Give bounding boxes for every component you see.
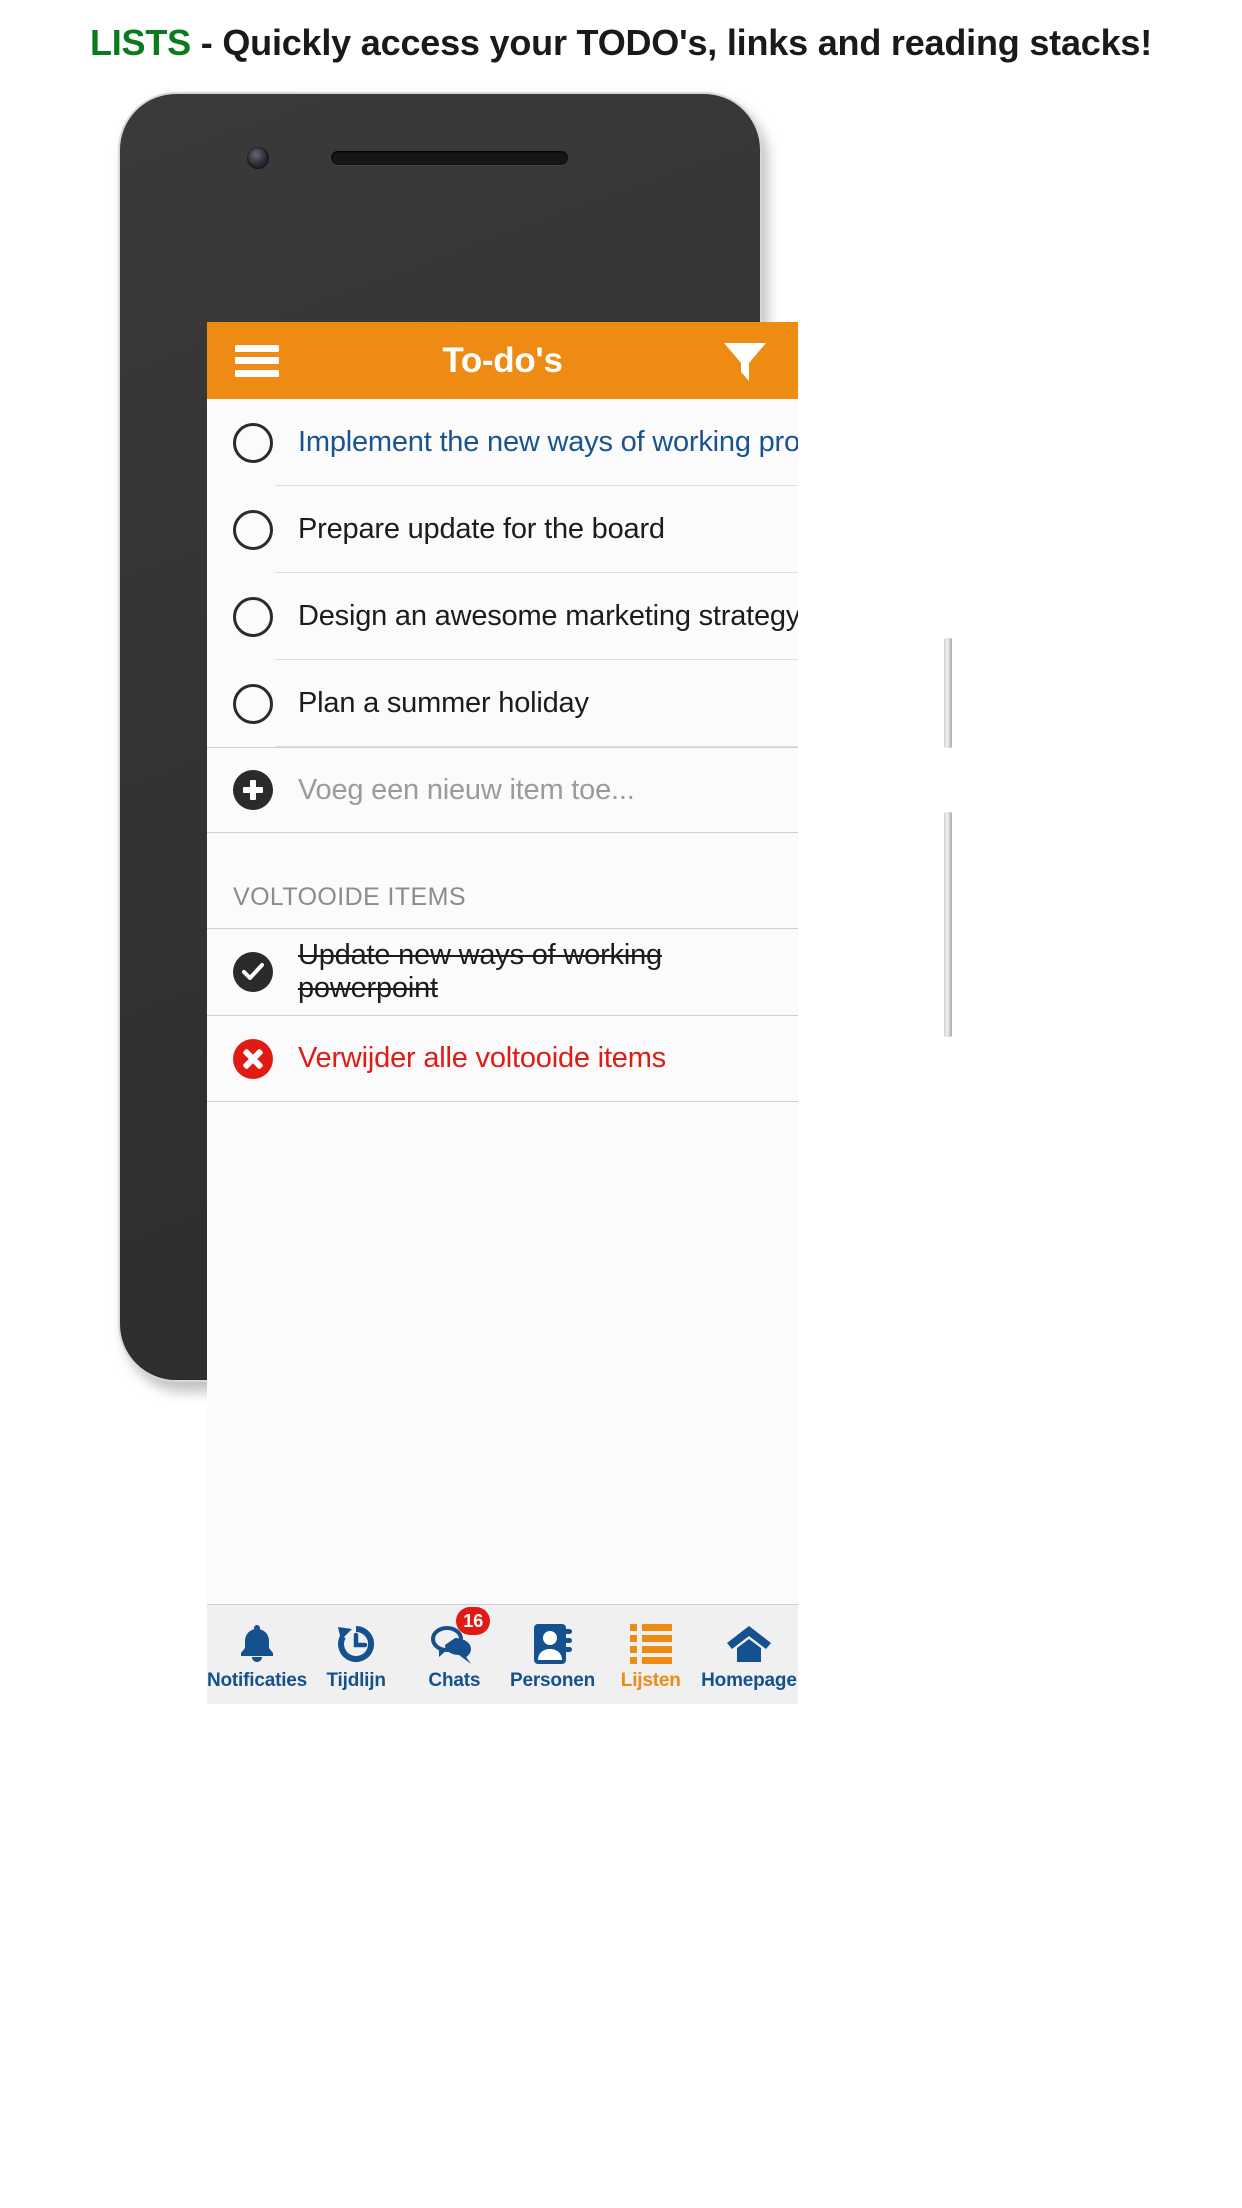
delete-completed-row[interactable]: Verwijder alle voltooide items [207,1016,798,1102]
caption-highlight: LISTS [89,22,191,63]
x-circle-icon[interactable] [233,1038,273,1079]
completed-item-row[interactable]: Update new ways of working powerpoint [207,929,798,1016]
plus-circle-icon[interactable] [233,770,273,810]
nav-item-chats[interactable]: 16 Chats [405,1605,503,1704]
nav-label: Lijsten [620,1670,681,1691]
front-camera-icon [247,147,269,169]
completed-section-label: VOLTOOIDE ITEMS [233,883,466,911]
add-item-input[interactable]: Voeg een nieuw item toe... [298,774,635,807]
bottom-navigation: Notificaties Tijdlijn 16 Chats Personen … [207,1604,798,1704]
nav-label: Chats [428,1670,481,1691]
nav-label: Notificaties [207,1670,308,1691]
nav-item-tijdlijn[interactable]: Tijdlijn [307,1605,405,1704]
list-icon [629,1621,672,1667]
filter-funnel-icon[interactable] [722,339,768,383]
checkbox-circle-icon[interactable] [233,509,273,550]
checkbox-circle-icon[interactable] [233,683,273,724]
completed-item-label[interactable]: Update new ways of working powerpoint [298,939,798,1005]
nav-label: Homepage [701,1670,797,1691]
hamburger-icon[interactable] [235,344,279,377]
nav-label: Personen [510,1670,596,1691]
history-icon [335,1621,377,1667]
todo-row[interactable]: Design an awesome marketing strategy [207,573,798,660]
app-screen: To-do's Implement the new ways of workin… [207,322,798,1704]
nav-item-personen[interactable]: Personen [503,1605,601,1704]
caption-rest: - Quickly access your TODO's, links and … [190,22,1153,63]
power-button[interactable] [944,638,952,748]
todo-row[interactable]: Prepare update for the board [207,486,798,573]
contacts-icon [532,1621,574,1667]
checkbox-circle-icon[interactable] [233,596,273,637]
todo-label[interactable]: Plan a summer holiday [298,687,589,720]
todo-row[interactable]: Plan a summer holiday [207,660,798,747]
earpiece-speaker [331,151,568,165]
todo-label[interactable]: Implement the new ways of working progra… [298,426,798,459]
completed-section-header: VOLTOOIDE ITEMS [207,833,798,929]
check-circle-icon[interactable] [233,952,273,992]
bell-icon [237,1621,277,1667]
todo-label[interactable]: Prepare update for the board [298,513,665,546]
page-title: To-do's [442,340,563,380]
home-icon [726,1621,772,1667]
checkbox-circle-icon[interactable] [233,422,273,463]
todo-label[interactable]: Design an awesome marketing strategy [298,600,798,633]
nav-item-notificaties[interactable]: Notificaties [207,1605,307,1704]
page-caption: LISTS - Quickly access your TODO's, link… [0,22,1242,64]
nav-item-lijsten[interactable]: Lijsten [602,1605,700,1704]
todo-row[interactable]: Implement the new ways of working progra… [207,399,798,486]
nav-item-homepage[interactable]: Homepage [700,1605,798,1704]
volume-button[interactable] [944,812,952,1037]
app-bar: To-do's [207,322,798,399]
add-item-row[interactable]: Voeg een nieuw item toe... [207,747,798,833]
chats-badge: 16 [456,1607,491,1635]
delete-completed-label[interactable]: Verwijder alle voltooide items [298,1042,666,1075]
nav-label: Tijdlijn [326,1670,386,1691]
